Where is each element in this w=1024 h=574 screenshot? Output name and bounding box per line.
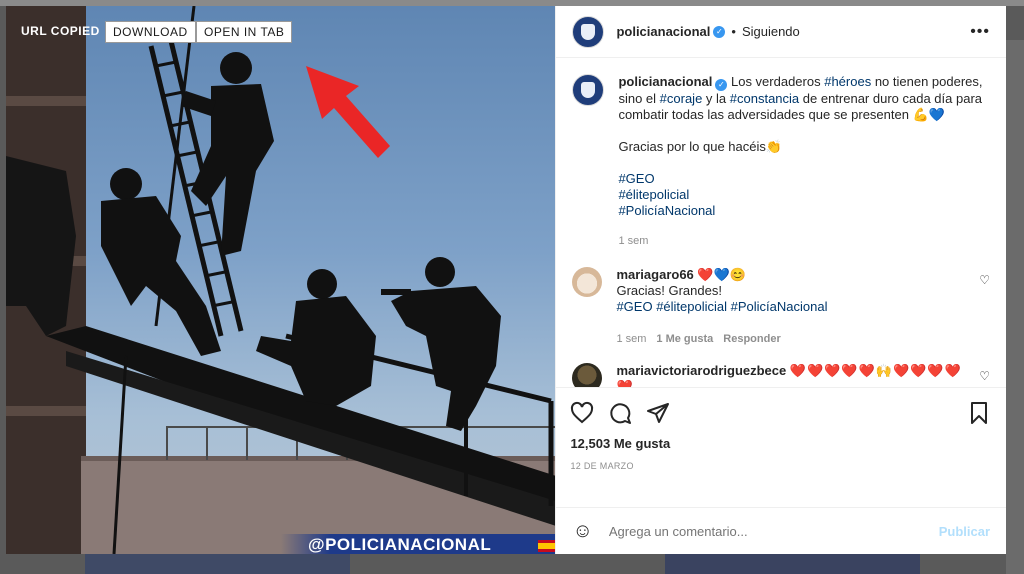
open-in-tab-button[interactable]: OPEN IN TAB [196, 21, 293, 43]
avatar[interactable] [572, 74, 605, 106]
like-comment-heart-icon[interactable]: ♡ [971, 273, 990, 287]
caption-text: y la [702, 91, 730, 106]
reply-button[interactable]: Responder [723, 333, 780, 345]
comment-username[interactable]: mariagaro66 [616, 267, 693, 282]
following-button[interactable]: Siguiendo [742, 24, 800, 39]
police-crest-icon [581, 23, 596, 40]
post-image[interactable]: URL COPIED DOWNLOAD OPEN IN TAB @POLICIA… [6, 6, 556, 554]
avatar[interactable] [572, 363, 603, 387]
like-comment-heart-icon[interactable]: ♡ [971, 369, 990, 383]
comments-list[interactable]: policianacional ✓ Los verdaderos #héroes … [556, 58, 1006, 387]
avatar[interactable] [572, 267, 603, 297]
comment-input[interactable] [606, 522, 939, 540]
verified-badge-icon: ✓ [713, 25, 726, 38]
separator-dot: • [731, 24, 736, 39]
more-options-icon[interactable]: ••• [970, 23, 990, 41]
post-actions: 12,503 Me gusta 12 DE MARZO [556, 387, 1006, 507]
spain-flag-icon [538, 540, 556, 552]
comment-username[interactable]: mariavictoriarodriguezbece [616, 363, 786, 378]
background-edge [1006, 40, 1024, 574]
comment-body: mariavictoriarodriguezbece ❤️❤️❤️❤️❤️🙌❤️… [616, 363, 971, 387]
hashtag-link[interactable]: #élitepolicial [618, 187, 990, 203]
comment-likes[interactable]: 1 Me gusta [656, 333, 713, 345]
caption-body: policianacional ✓ Los verdaderos #héroes … [618, 74, 990, 249]
post-side-panel: policianacional ✓ • Siguiendo ••• polici… [555, 6, 1006, 554]
hashtag-link[interactable]: #coraje [660, 91, 703, 106]
watermark-text: @POLICIANACIONAL [308, 535, 492, 554]
publish-button[interactable]: Publicar [939, 524, 990, 539]
add-comment-bar: ☺ Publicar [556, 507, 1006, 554]
caption-thanks: Gracias por lo que hacéis👏 [618, 139, 783, 154]
like-heart-icon[interactable] [570, 401, 594, 425]
comment: mariavictoriarodriguezbece ❤️❤️❤️❤️❤️🙌❤️… [572, 363, 990, 387]
hashtag-link[interactable]: #GEO #élitepolicial #PolicíaNacional [616, 299, 971, 315]
comment-time: 1 sem [616, 333, 647, 345]
comment-body: mariagaro66 ❤️💙😊 Gracias! Grandes! #GEO … [616, 267, 971, 347]
emoji-picker-icon[interactable]: ☺ [572, 520, 592, 543]
officers-silhouette [6, 6, 556, 554]
likes-count[interactable]: 12,503 Me gusta [570, 436, 990, 451]
url-copied-label: URL COPIED [21, 24, 100, 38]
hashtag-link[interactable]: #PolicíaNacional [618, 203, 990, 219]
share-send-icon[interactable] [646, 401, 670, 425]
red-arrow-annotation [306, 66, 390, 158]
caption-text: Los verdaderos [727, 74, 825, 89]
post-date: 12 DE MARZO [570, 461, 634, 471]
caption: policianacional ✓ Los verdaderos #héroes … [572, 74, 990, 249]
comment-meta: 1 sem 1 Me gusta Responder [616, 331, 971, 347]
comment-text: Gracias! Grandes! [616, 283, 722, 298]
comment: mariagaro66 ❤️💙😊 Gracias! Grandes! #GEO … [572, 267, 990, 347]
bookmark-save-icon[interactable] [968, 401, 990, 425]
verified-badge-icon: ✓ [715, 79, 728, 91]
avatar[interactable] [572, 15, 605, 48]
police-crest-icon [581, 82, 596, 98]
download-button[interactable]: DOWNLOAD [105, 21, 196, 43]
post-header: policianacional ✓ • Siguiendo ••• [556, 6, 1006, 58]
comment-bubble-icon[interactable] [608, 401, 632, 425]
comment-emojis: ❤️💙😊 [697, 267, 746, 282]
background-post-thumb [665, 554, 920, 574]
action-icons [570, 396, 990, 430]
background-post-thumb [85, 554, 350, 574]
hashtag-link[interactable]: #héroes [824, 74, 871, 89]
caption-time: 1 sem [618, 235, 649, 247]
header-username[interactable]: policianacional [616, 24, 710, 39]
hashtag-link[interactable]: #GEO [618, 171, 990, 187]
caption-username[interactable]: policianacional [618, 74, 712, 89]
hashtag-link[interactable]: #constancia [730, 91, 799, 106]
post-modal: URL COPIED DOWNLOAD OPEN IN TAB @POLICIA… [6, 6, 1006, 554]
